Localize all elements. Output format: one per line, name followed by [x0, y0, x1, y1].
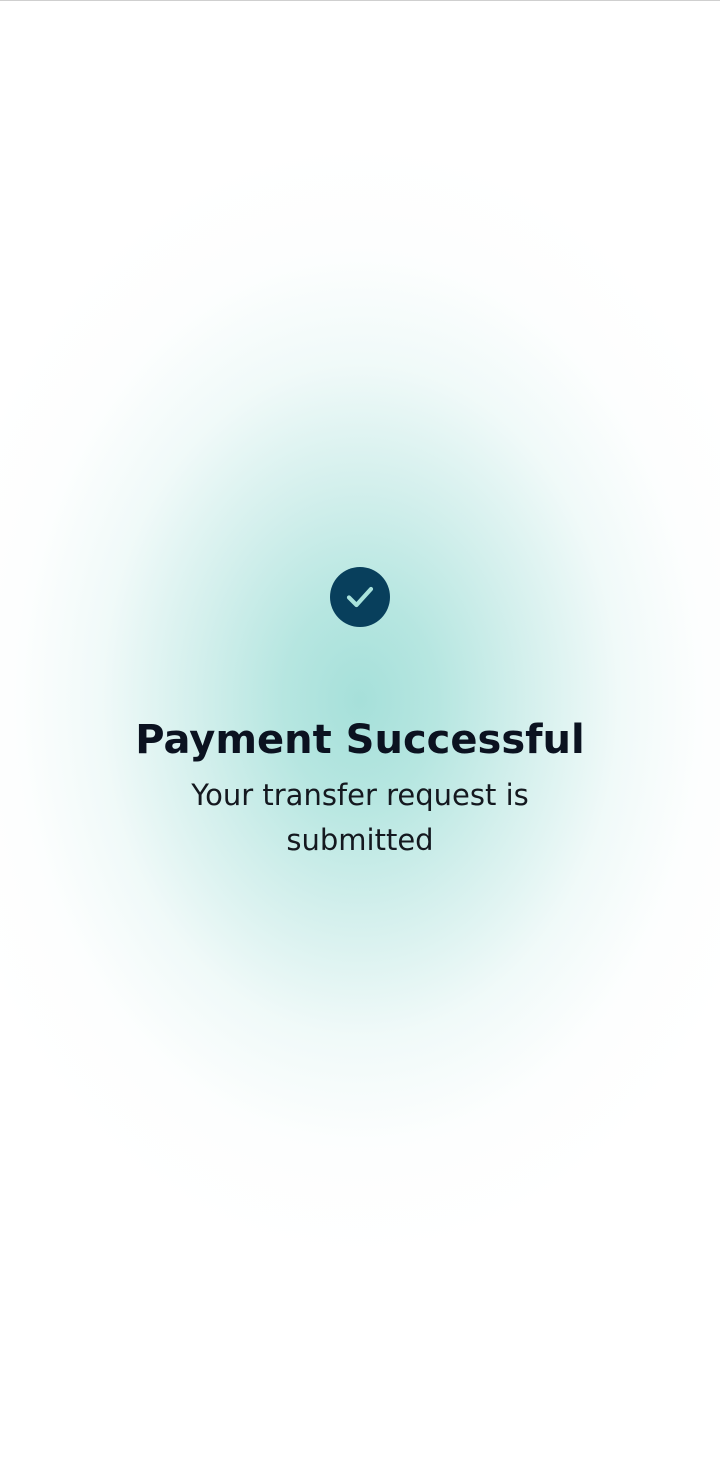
page-title: Payment Successful [135, 717, 585, 763]
success-message: Your transfer request is submitted [191, 778, 529, 857]
check-circle-icon [330, 567, 390, 627]
checkmark-icon [346, 586, 374, 608]
payment-success-screen: Payment Successful Your transfer request… [0, 0, 720, 1466]
top-divider [0, 0, 720, 1]
